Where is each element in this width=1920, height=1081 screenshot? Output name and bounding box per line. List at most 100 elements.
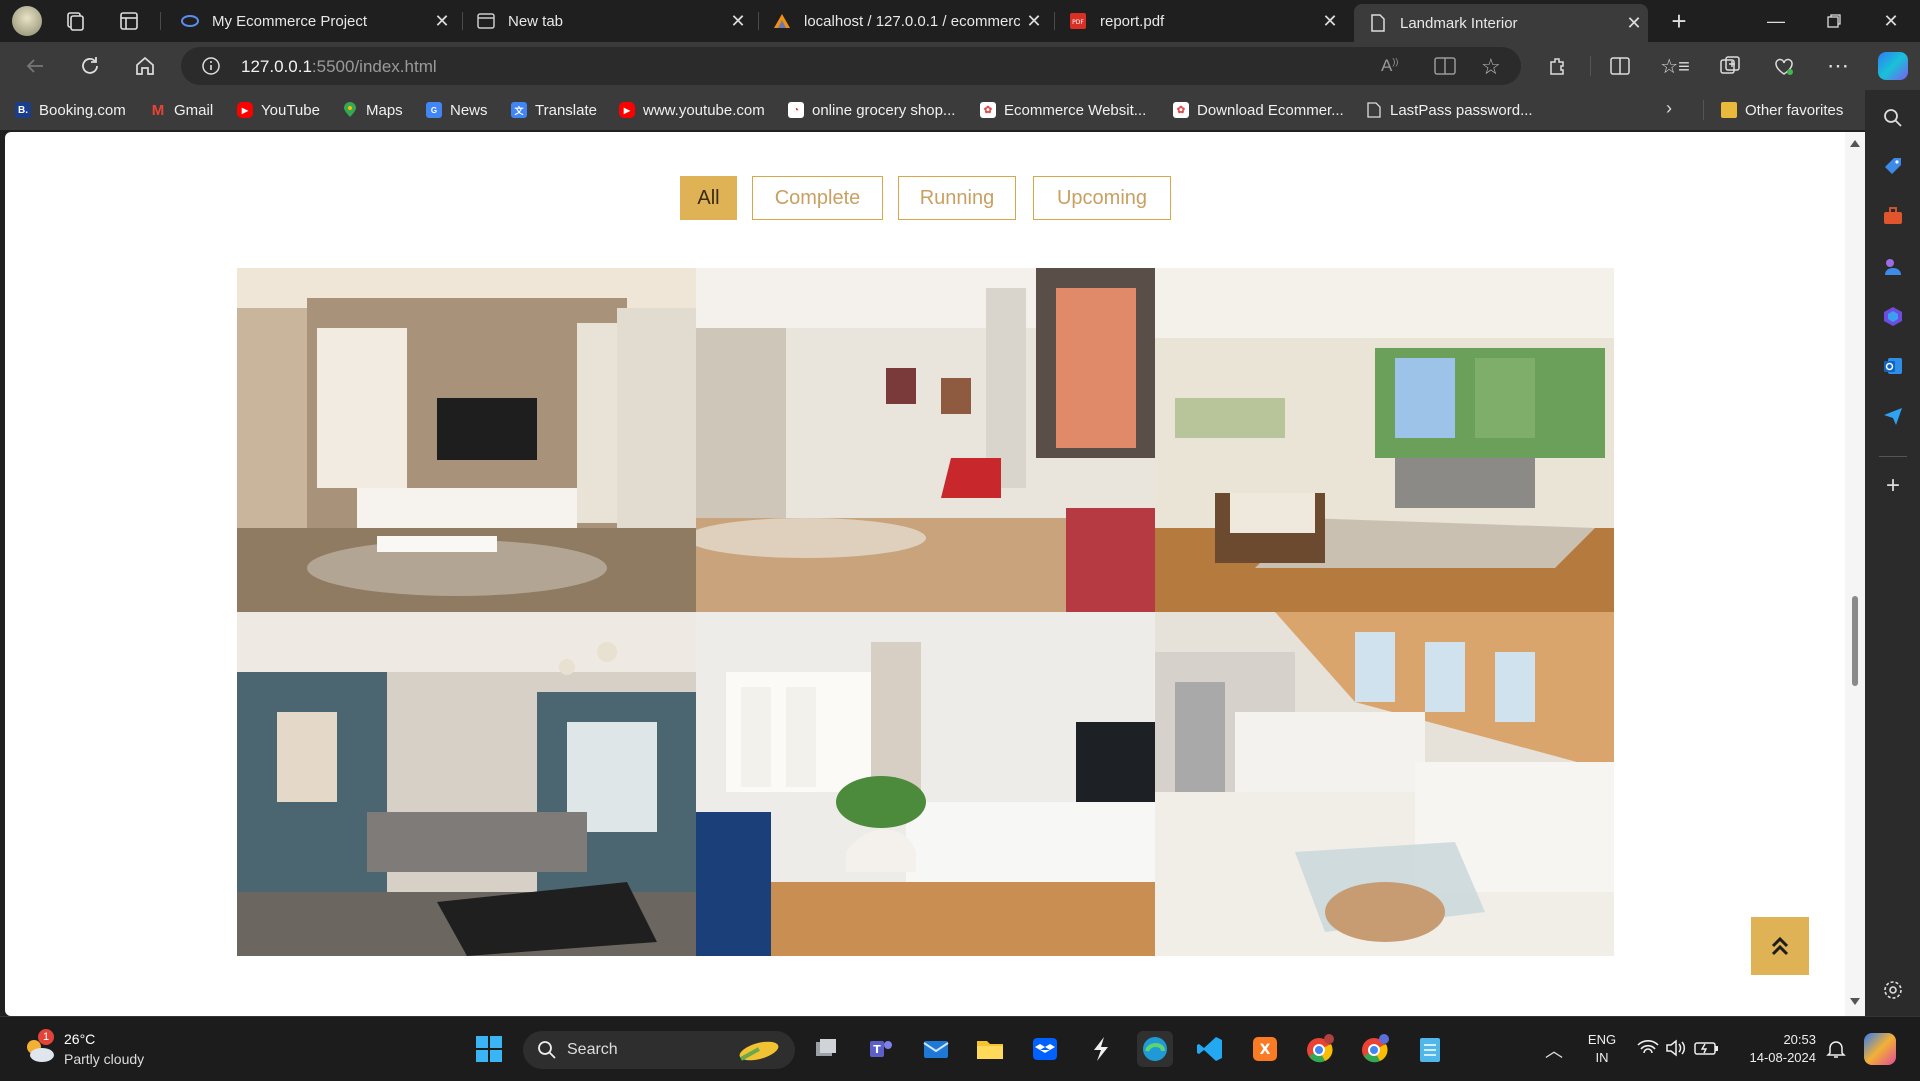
terminal-app-icon[interactable] xyxy=(1082,1031,1118,1067)
gallery-image-living-room-tv-wall[interactable] xyxy=(237,268,696,612)
chrome-profile-s-icon[interactable] xyxy=(1357,1031,1393,1067)
gallery-image-white-herringbone-room[interactable] xyxy=(696,612,1155,956)
back-to-top-button[interactable] xyxy=(1751,917,1809,975)
vertical-tabs-icon[interactable] xyxy=(118,10,140,32)
filter-all-button[interactable]: All xyxy=(680,176,737,220)
tab-report-pdf[interactable]: PDF report.pdf ✕ xyxy=(1054,4,1344,38)
favorite-star-icon[interactable]: ☆ xyxy=(1481,54,1501,80)
settings-more-icon[interactable]: ⋯ xyxy=(1821,49,1855,83)
gallery-image-blue-wall-lounge[interactable] xyxy=(237,612,696,956)
home-button[interactable] xyxy=(128,49,162,83)
split-screen-icon[interactable] xyxy=(1603,49,1637,83)
sidebar-send-icon[interactable] xyxy=(1879,402,1907,430)
fav-youtube[interactable]: ▶ YouTube xyxy=(237,98,320,122)
url-host: 127.0.0.1 xyxy=(241,57,312,76)
close-tab-icon[interactable]: ✕ xyxy=(724,11,752,32)
start-button[interactable] xyxy=(471,1031,507,1067)
fav-download-ecommerce[interactable]: ✿ Download Ecommer... xyxy=(1173,98,1344,122)
url-text[interactable]: 127.0.0.1:5500/index.html xyxy=(241,57,437,77)
other-favorites[interactable]: Other favorites xyxy=(1721,98,1843,122)
fav-ecommerce-website[interactable]: ✿ Ecommerce Websit... xyxy=(980,98,1146,122)
fav-lastpass[interactable]: LastPass password... xyxy=(1366,98,1533,122)
close-window-button[interactable]: ✕ xyxy=(1862,0,1920,42)
edge-taskbar-icon[interactable] xyxy=(1137,1031,1173,1067)
chrome-profile-m-icon[interactable] xyxy=(1302,1031,1338,1067)
minimize-button[interactable]: — xyxy=(1747,0,1805,42)
sidebar-add-icon[interactable]: + xyxy=(1879,472,1907,500)
tab-new-tab[interactable]: New tab ✕ xyxy=(462,4,752,38)
sidebar-shopping-icon[interactable] xyxy=(1879,152,1907,180)
sidebar-search-icon[interactable] xyxy=(1879,104,1907,132)
windows-taskbar: 1 26°C Partly cloudy Search T X ︿ ENG IN… xyxy=(0,1016,1920,1081)
browser-essentials-icon[interactable] xyxy=(1767,49,1801,83)
fav-online-grocery[interactable]: ◔ online grocery shop... xyxy=(788,98,955,122)
extensions-icon[interactable] xyxy=(1541,49,1575,83)
teams-icon[interactable]: T xyxy=(862,1031,898,1067)
weather-widget[interactable]: 1 26°C Partly cloudy xyxy=(18,1027,178,1071)
language-indicator[interactable]: ENG IN xyxy=(1583,1031,1621,1067)
sidebar-tools-icon[interactable] xyxy=(1879,202,1907,230)
fav-news[interactable]: G News xyxy=(426,98,488,122)
doc-icon xyxy=(1366,102,1382,118)
scroll-up-arrow-icon[interactable] xyxy=(1850,140,1860,147)
scroll-down-arrow-icon[interactable] xyxy=(1850,998,1860,1005)
fav-gmail[interactable]: M Gmail xyxy=(150,98,213,122)
fav-maps[interactable]: Maps xyxy=(342,98,403,122)
task-view-icon[interactable] xyxy=(808,1031,844,1067)
clock[interactable]: 20:53 14-08-2024 xyxy=(1730,1031,1817,1067)
fav-label: www.youtube.com xyxy=(643,101,765,119)
fav-youtube-www[interactable]: ▶ www.youtube.com xyxy=(619,98,765,122)
new-tab-button[interactable]: + xyxy=(1664,6,1694,36)
close-tab-icon[interactable]: ✕ xyxy=(428,11,456,32)
xampp-icon[interactable]: X xyxy=(1247,1031,1283,1067)
close-tab-icon[interactable]: ✕ xyxy=(1316,11,1344,32)
dropbox-icon[interactable] xyxy=(1027,1031,1063,1067)
sidebar-games-icon[interactable] xyxy=(1879,252,1907,280)
pdf-icon: PDF xyxy=(1068,11,1088,31)
back-button[interactable] xyxy=(18,49,52,83)
gallery-image-sunny-living-room[interactable] xyxy=(1155,268,1614,612)
page-scrollbar[interactable] xyxy=(1845,132,1865,1016)
taskbar-search-box[interactable]: Search xyxy=(523,1031,795,1069)
favorites-icon[interactable]: ☆≡ xyxy=(1658,49,1692,83)
more-favorites-chevron-icon[interactable]: › xyxy=(1666,98,1672,119)
filter-upcoming-button[interactable]: Upcoming xyxy=(1033,176,1171,220)
tab-my-ecommerce-project[interactable]: My Ecommerce Project ✕ xyxy=(166,4,456,38)
gallery-image-apartment-red-chair[interactable] xyxy=(696,268,1155,612)
sidebar-settings-icon[interactable] xyxy=(1879,976,1907,1004)
volume-icon[interactable] xyxy=(1665,1039,1687,1057)
address-bar[interactable]: 127.0.0.1:5500/index.html A)) ☆ xyxy=(181,47,1521,85)
scroll-thumb[interactable] xyxy=(1852,596,1858,686)
show-hidden-icons-chevron-icon[interactable]: ︿ xyxy=(1545,1037,1563,1063)
collections-icon[interactable] xyxy=(1713,49,1747,83)
copilot-icon[interactable] xyxy=(1878,52,1908,80)
sidebar-copilot-designer-icon[interactable] xyxy=(1879,302,1907,330)
wifi-icon[interactable] xyxy=(1637,1039,1659,1057)
newtab-icon xyxy=(476,11,496,31)
tab-title: Landmark Interior xyxy=(1400,14,1518,32)
restore-button[interactable] xyxy=(1805,0,1863,42)
workspaces-icon[interactable] xyxy=(64,10,86,32)
read-aloud-icon[interactable]: A)) xyxy=(1381,56,1398,76)
profile-avatar[interactable] xyxy=(12,6,42,36)
close-tab-icon[interactable]: ✕ xyxy=(1020,11,1048,32)
notification-bell-icon[interactable] xyxy=(1826,1039,1846,1059)
battery-icon[interactable] xyxy=(1694,1039,1720,1057)
vscode-icon[interactable] xyxy=(1192,1031,1228,1067)
notepad-icon[interactable] xyxy=(1412,1031,1448,1067)
filter-complete-button[interactable]: Complete xyxy=(752,176,883,220)
file-explorer-icon[interactable] xyxy=(972,1031,1008,1067)
refresh-button[interactable] xyxy=(73,49,107,83)
gallery-image-attic-kitchen-lounge[interactable] xyxy=(1155,612,1614,956)
tab-landmark-interior[interactable]: Landmark Interior ✕ xyxy=(1354,4,1648,42)
filter-running-button[interactable]: Running xyxy=(898,176,1016,220)
fav-booking[interactable]: B. Booking.com xyxy=(15,98,126,122)
close-tab-icon[interactable]: ✕ xyxy=(1620,13,1648,34)
site-info-icon[interactable] xyxy=(201,56,221,76)
tab-phpmyadmin[interactable]: localhost / 127.0.0.1 / ecommerc ✕ xyxy=(758,4,1048,38)
sidebar-outlook-icon[interactable] xyxy=(1879,352,1907,380)
mail-icon[interactable] xyxy=(918,1031,954,1067)
copilot-taskbar-icon[interactable] xyxy=(1864,1033,1896,1065)
fav-translate[interactable]: 文 Translate xyxy=(511,98,597,122)
immersive-reader-icon[interactable] xyxy=(1434,57,1456,80)
